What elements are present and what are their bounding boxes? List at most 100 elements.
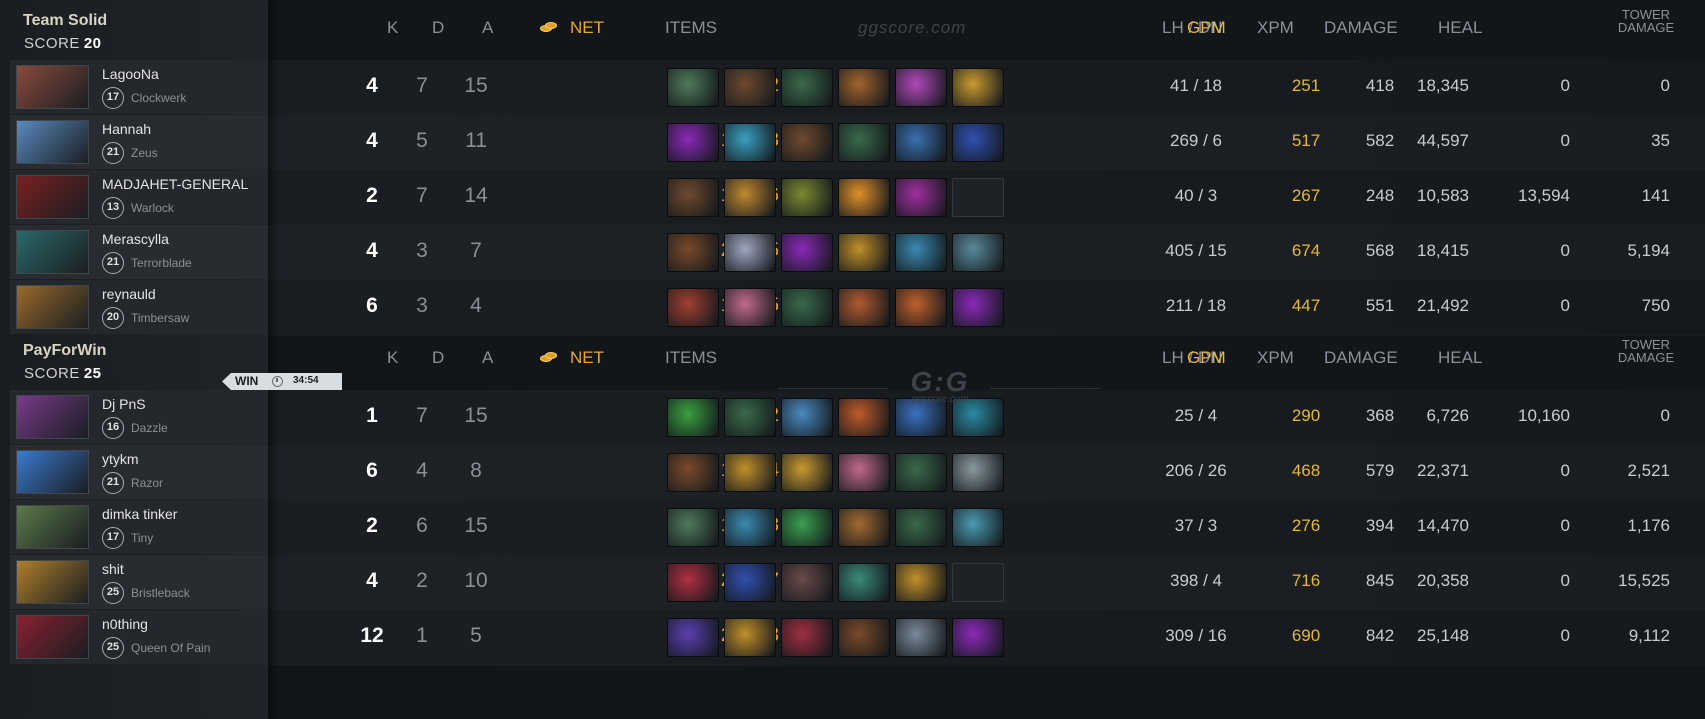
item-icon[interactable] [667,68,719,107]
player-card[interactable]: Merascylla 21 Terrorblade [10,225,268,279]
item-icon[interactable] [838,563,890,602]
item-icon[interactable] [667,618,719,657]
player-name[interactable]: ytykm [102,451,139,467]
player-card[interactable]: LagooNa 17 Clockwerk [10,60,268,114]
item-icon[interactable] [781,398,833,437]
item-icon[interactable] [952,508,1004,547]
item-icon[interactable] [781,288,833,327]
item-icon[interactable] [667,178,719,217]
match-duration: 34:54 [293,375,319,386]
item-icon[interactable] [895,508,947,547]
item-icon[interactable] [781,68,833,107]
hero-portrait[interactable] [16,230,89,274]
item-icon[interactable] [781,453,833,492]
item-icon[interactable] [724,233,776,272]
item-icon[interactable] [952,233,1004,272]
hero-portrait[interactable] [16,450,89,494]
hero-level-badge: 21 [102,252,124,274]
item-icon[interactable] [781,123,833,162]
hero-level-badge: 16 [102,417,124,439]
item-icon[interactable] [952,68,1004,107]
item-icon[interactable] [667,233,719,272]
item-icon[interactable] [838,233,890,272]
item-icon[interactable] [667,563,719,602]
item-icon[interactable] [781,563,833,602]
hero-portrait[interactable] [16,65,89,109]
item-icon[interactable] [838,453,890,492]
item-icon[interactable] [838,68,890,107]
item-icon[interactable] [838,123,890,162]
hero-portrait[interactable] [16,615,89,659]
item-icon[interactable] [838,508,890,547]
player-name[interactable]: MADJAHET-GENERAL [102,176,248,192]
player-card[interactable]: shit 25 Bristleback [10,555,268,609]
item-icon[interactable] [667,508,719,547]
player-name[interactable]: Merascylla [102,231,169,247]
player-card[interactable]: reynauld 20 Timbersaw [10,280,268,334]
empty-item-slot[interactable] [952,563,1004,602]
item-icon[interactable] [952,618,1004,657]
player-name[interactable]: n0thing [102,616,148,632]
item-icon[interactable] [724,508,776,547]
item-icon[interactable] [724,453,776,492]
item-icon[interactable] [895,178,947,217]
hero-portrait[interactable] [16,175,89,219]
player-card[interactable]: MADJAHET-GENERAL 13 Warlock [10,170,268,224]
hero-name: Terrorblade [131,256,192,270]
item-icon[interactable] [781,178,833,217]
item-icon[interactable] [781,508,833,547]
item-icon[interactable] [724,563,776,602]
item-icon[interactable] [838,618,890,657]
item-icon[interactable] [838,398,890,437]
item-icon[interactable] [895,123,947,162]
player-name[interactable]: Hannah [102,121,151,137]
deaths-value: 7 [416,184,428,207]
player-card[interactable]: ytykm 21 Razor [10,445,268,499]
hero-portrait[interactable] [16,395,89,439]
item-icon[interactable] [724,398,776,437]
hero-portrait[interactable] [16,505,89,549]
player-card[interactable]: Hannah 21 Zeus [10,115,268,169]
item-icon[interactable] [724,68,776,107]
item-icon[interactable] [724,618,776,657]
item-icon[interactable] [724,178,776,217]
col-damage: DAMAGE [1324,348,1398,367]
hero-portrait[interactable] [16,560,89,604]
item-icon[interactable] [781,618,833,657]
item-icon[interactable] [667,398,719,437]
item-icon[interactable] [895,453,947,492]
item-icon[interactable] [724,123,776,162]
empty-item-slot[interactable] [952,178,1004,217]
player-card[interactable]: dimka tinker 17 Tiny [10,500,268,554]
deaths-value: 6 [416,514,428,537]
item-icon[interactable] [952,288,1004,327]
hero-portrait[interactable] [16,120,89,164]
hero-level-badge: 21 [102,472,124,494]
item-icon[interactable] [895,68,947,107]
item-icon[interactable] [895,233,947,272]
gpm-value: 290 [1291,406,1321,425]
item-icon[interactable] [724,288,776,327]
item-icon[interactable] [895,563,947,602]
player-name[interactable]: LagooNa [102,66,159,82]
item-icon[interactable] [895,288,947,327]
item-icon[interactable] [667,453,719,492]
player-card[interactable]: n0thing 25 Queen Of Pain [10,610,268,664]
player-name[interactable]: Dj PnS [102,396,146,412]
player-name[interactable]: reynauld [102,286,156,302]
hero-portrait[interactable] [16,285,89,329]
heal-value: 0 [1560,461,1570,480]
item-icon[interactable] [838,288,890,327]
item-icon[interactable] [781,233,833,272]
item-icon[interactable] [667,288,719,327]
col-k: K [387,18,399,37]
player-name[interactable]: shit [102,561,124,577]
tower-damage-value: 2,521 [1627,461,1670,480]
item-icon[interactable] [895,618,947,657]
item-icon[interactable] [952,453,1004,492]
item-icon[interactable] [838,178,890,217]
player-card[interactable]: Dj PnS 16 Dazzle [10,390,268,444]
item-icon[interactable] [667,123,719,162]
player-name[interactable]: dimka tinker [102,506,177,522]
item-icon[interactable] [952,123,1004,162]
